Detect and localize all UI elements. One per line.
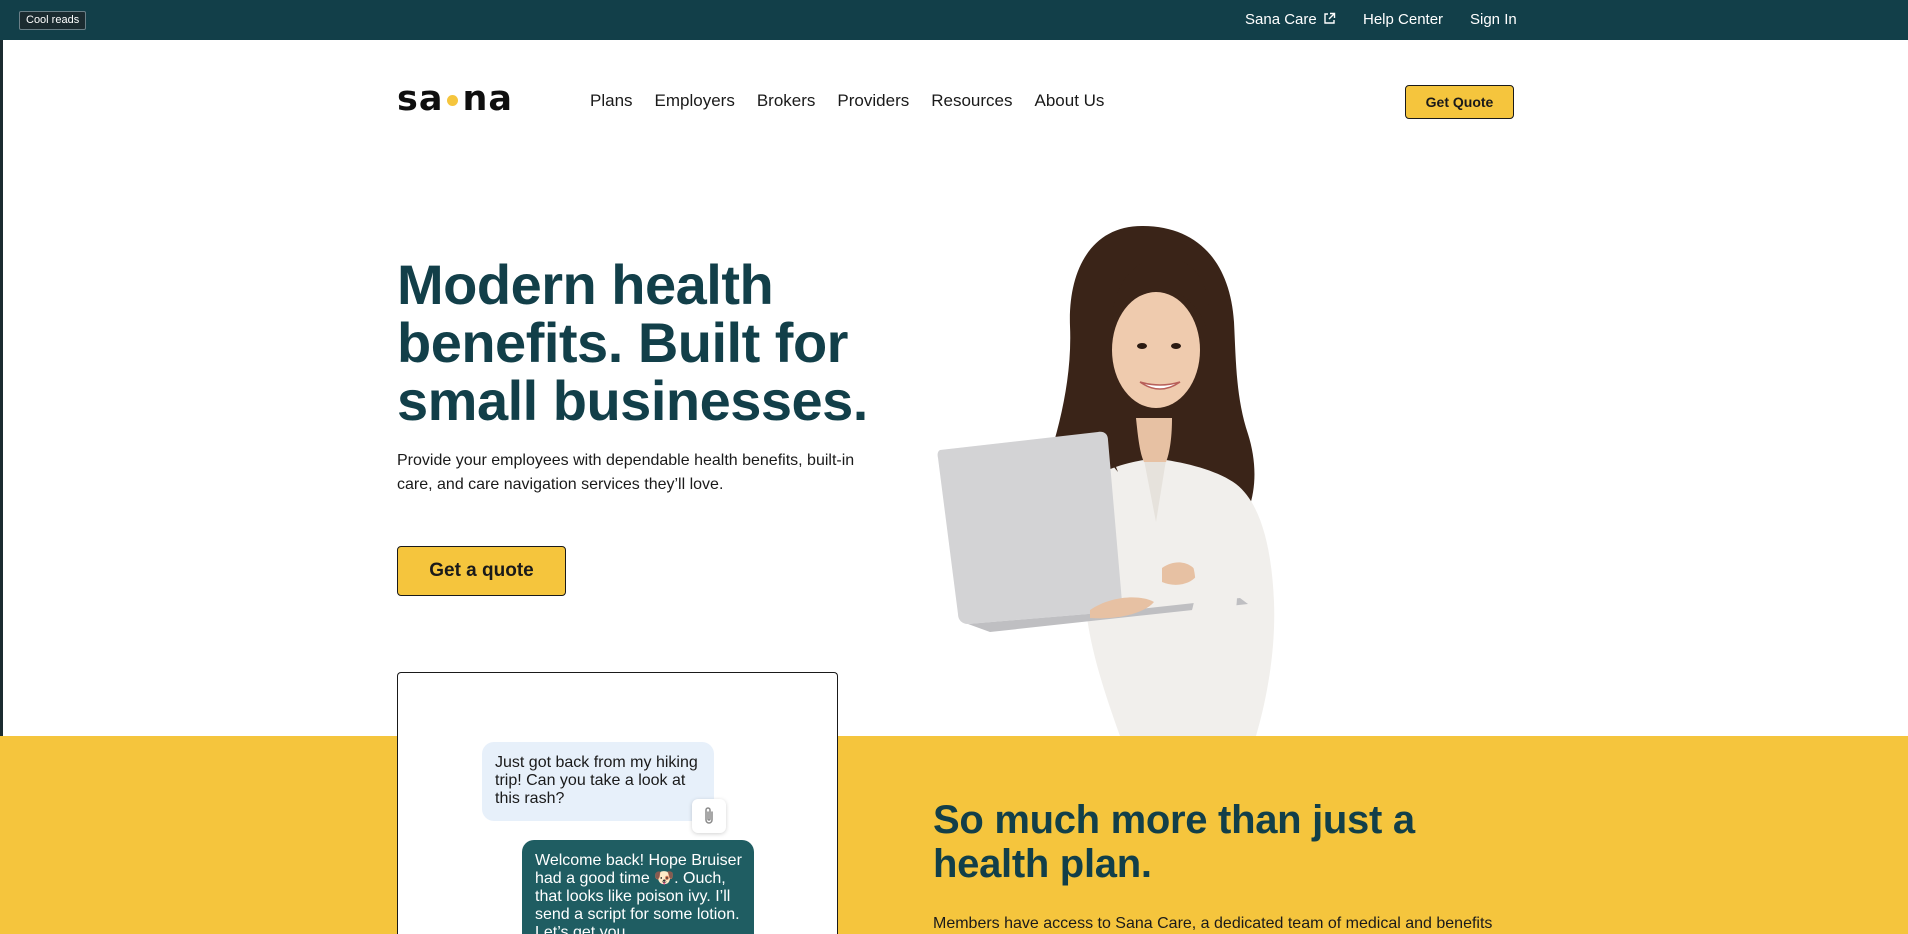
hero-title: Modern health benefits. Built for small … bbox=[397, 253, 868, 432]
nav-item-providers[interactable]: Providers bbox=[837, 90, 909, 112]
logo-text-right: na bbox=[462, 79, 513, 119]
tooltip-label: Cool reads bbox=[19, 11, 87, 30]
sana-care-label: Sana Care bbox=[1245, 11, 1317, 28]
get-a-quote-button[interactable]: Get a quote bbox=[397, 546, 566, 596]
band-body: Members have access to Sana Care, a dedi… bbox=[933, 915, 1493, 932]
nav-item-about-us[interactable]: About Us bbox=[1035, 90, 1105, 112]
sana-care-link[interactable]: Sana Care bbox=[1245, 10, 1336, 31]
paperclip-icon bbox=[692, 799, 726, 833]
window-frame-edge bbox=[0, 40, 3, 736]
hero-image bbox=[930, 222, 1370, 736]
nav-item-plans[interactable]: Plans bbox=[590, 90, 633, 112]
hero-subtitle: Provide your employees with dependable h… bbox=[397, 452, 855, 493]
utility-bar: Cool reads Sana Care Help Center Sign In bbox=[0, 0, 1908, 40]
logo-dot bbox=[447, 94, 459, 106]
help-center-link[interactable]: Help Center bbox=[1363, 10, 1443, 30]
nav-item-employers[interactable]: Employers bbox=[655, 90, 735, 112]
nav-item-resources[interactable]: Resources bbox=[931, 90, 1012, 112]
incoming-message: Just got back from my hiking trip! Can y… bbox=[482, 742, 714, 821]
sana-logo[interactable]: sa na bbox=[397, 79, 513, 119]
nav-item-brokers[interactable]: Brokers bbox=[757, 90, 816, 112]
main-nav: Plans Employers Brokers Providers Resour… bbox=[590, 90, 1126, 112]
get-quote-button[interactable]: Get Quote bbox=[1405, 85, 1514, 119]
chat-preview-card: Just got back from my hiking trip! Can y… bbox=[397, 672, 838, 934]
band-title: So much more than just a health plan. bbox=[933, 798, 1415, 886]
outgoing-message: Welcome back! Hope Bruiser had a good ti… bbox=[522, 840, 754, 934]
external-link-icon bbox=[1323, 11, 1336, 31]
sign-in-link[interactable]: Sign In bbox=[1470, 10, 1517, 30]
logo-text-left: sa bbox=[397, 79, 444, 119]
